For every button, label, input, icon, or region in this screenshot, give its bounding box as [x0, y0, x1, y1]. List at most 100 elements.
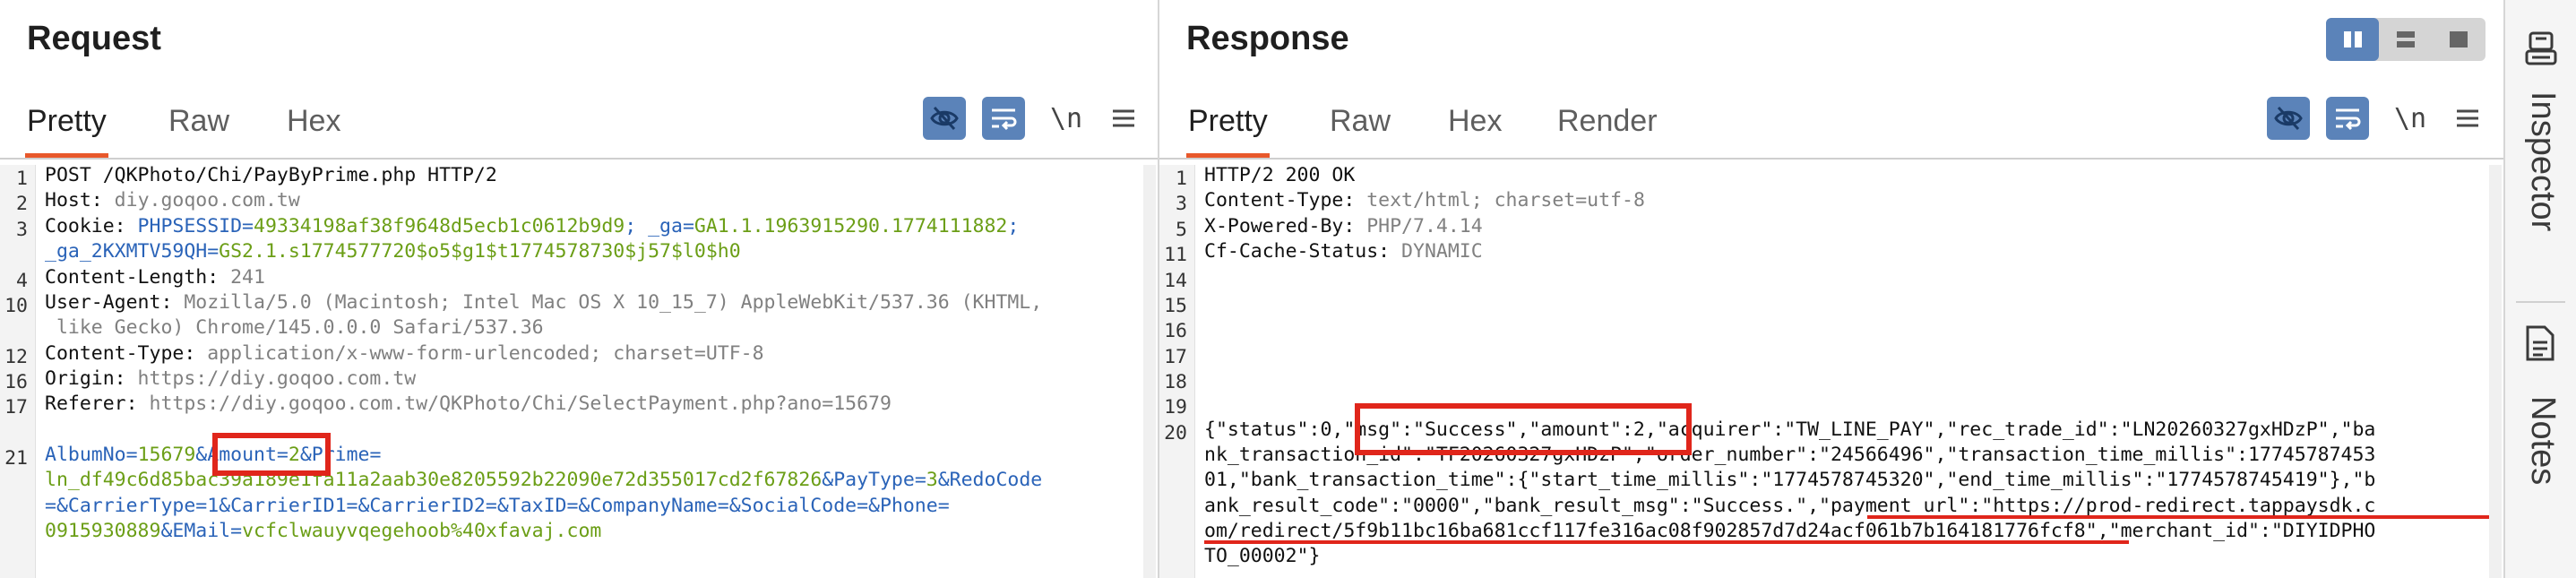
request-line: POST /QKPhoto/Chi/PayByPrime.php HTTP/2: [45, 164, 497, 186]
request-gutter: 1 2 3 4 10 12 16 17 21: [0, 165, 36, 578]
hide-nonprintable-button[interactable]: [2267, 97, 2310, 140]
response-tab-hex[interactable]: Hex: [1448, 104, 1502, 158]
wrap-lines-icon: [2336, 108, 2361, 131]
header-value: diy.goqoo.com.tw: [102, 189, 300, 211]
param-name: &PayType=: [822, 469, 926, 491]
header-value: Mozilla/5.0 (Macintosh; Intel Mac OS X 1…: [172, 291, 1043, 314]
sidebar-separator: [2516, 301, 2565, 303]
line-number: 17: [4, 396, 28, 418]
code-line: Cookie: PHPSESSID=49334198af38f9648d5ecb…: [45, 214, 1019, 239]
code-line: Host: diy.goqoo.com.tw: [45, 188, 300, 213]
show-newlines-button[interactable]: \n: [2389, 97, 2432, 140]
request-tab-pretty[interactable]: Pretty: [25, 104, 108, 158]
line-number: 14: [1164, 270, 1187, 292]
cookie-name: ; _ga=: [625, 215, 694, 237]
request-title: Request: [27, 20, 161, 57]
payment-url-underline: [1867, 515, 2489, 519]
wrap-lines-button[interactable]: [982, 97, 1025, 140]
header-key: X-Powered-By:: [1204, 215, 1356, 237]
param-name: &EMail=: [160, 520, 243, 542]
code-line: like Gecko) Chrome/145.0.0.0 Safari/537.…: [45, 315, 544, 341]
show-newlines-button[interactable]: \n: [1045, 97, 1088, 140]
param-sep: &: [195, 444, 208, 466]
header-key: Origin:: [45, 367, 126, 390]
code-line: Content-Type: text/html; charset=utf-8: [1204, 188, 1645, 213]
cookie-value: 49334198af38f9648d5ecb1c0612b9d9: [254, 215, 625, 237]
notes-label: Notes: [2524, 396, 2562, 486]
msg-amount-highlight-box: [1355, 403, 1692, 455]
hide-nonprintable-button[interactable]: [923, 97, 966, 140]
response-tab-raw[interactable]: Raw: [1330, 104, 1391, 158]
response-pane: Response Pretty Raw Hex Render \n 1 3 5 …: [1159, 0, 2503, 578]
request-tab-raw[interactable]: Raw: [168, 104, 229, 158]
line-number: 16: [4, 371, 28, 393]
layout-single-button[interactable]: [2432, 18, 2485, 61]
request-tab-rule: [0, 158, 1158, 160]
json-body-line: 01,"bank_transaction_time":{"start_time_…: [1204, 469, 2376, 491]
response-title: Response: [1186, 20, 1349, 57]
sidebar-item-inspector[interactable]: Inspector: [2505, 18, 2576, 296]
response-editor[interactable]: 1 3 5 11 14 15 16 17 18 19 20 HTTP/2 200…: [1159, 161, 2503, 578]
response-menu-button[interactable]: [2446, 97, 2489, 140]
line-number: 16: [1164, 320, 1187, 342]
code-line: X-Powered-By: PHP/7.4.14: [1204, 214, 1483, 239]
line-number: 2: [16, 193, 28, 215]
line-number: 4: [16, 270, 28, 292]
header-key: Referer:: [45, 393, 138, 415]
line-number: 18: [1164, 371, 1187, 393]
request-editor[interactable]: 1 2 3 4 10 12 16 17 21 POST /QKPhoto/Chi…: [0, 161, 1158, 578]
response-tab-pretty[interactable]: Pretty: [1186, 104, 1270, 158]
inspector-icon: [2525, 31, 2557, 65]
response-gutter: 1 3 5 11 14 15 16 17 18 19 20: [1159, 165, 1195, 578]
cookie-value: GA1.1.1963915290.1774111882: [694, 215, 1008, 237]
line-number: 12: [4, 346, 28, 368]
newline-label: \n: [2393, 102, 2427, 134]
response-tab-render[interactable]: Render: [1557, 104, 1658, 158]
request-tab-hex[interactable]: Hex: [287, 104, 340, 158]
header-value: 241: [219, 266, 265, 289]
code-line: Content-Type: application/x-www-form-url…: [45, 341, 764, 367]
request-menu-button[interactable]: [1102, 97, 1145, 140]
cookie-sep: ;: [1007, 215, 1020, 237]
line-number: 1: [16, 168, 28, 190]
code-line: Origin: https://diy.goqoo.com.tw: [45, 367, 416, 392]
request-scrollbar[interactable]: [1143, 165, 1156, 578]
param-name: AlbumNo=: [45, 444, 138, 466]
layout-rows-icon: [2396, 31, 2415, 47]
header-value: like Gecko) Chrome/145.0.0.0 Safari/537.…: [45, 316, 544, 339]
param-value: vcfclwauyvqegehoob%40xfavaj.com: [242, 520, 602, 542]
param-value: 3: [926, 469, 938, 491]
response-scrollbar[interactable]: [2489, 165, 2502, 578]
status-line: HTTP/2 200 OK: [1204, 164, 1356, 186]
code-line: User-Agent: Mozilla/5.0 (Macintosh; Inte…: [45, 290, 1042, 315]
header-key: Content-Type:: [1204, 189, 1356, 211]
line-number: 15: [1164, 295, 1187, 317]
code-line: HTTP/2 200 OK: [1204, 163, 1355, 188]
header-value: DYNAMIC: [1390, 240, 1483, 263]
header-key: User-Agent:: [45, 291, 173, 314]
sidebar-item-notes[interactable]: Notes: [2505, 319, 2576, 516]
header-value: https://diy.goqoo.com.tw/QKPhoto/Chi/Sel…: [137, 393, 892, 415]
eye-slash-icon: [930, 106, 959, 131]
param-name: =&CarrierType=1&CarrierID1=&CarrierID2=&…: [45, 495, 950, 517]
inspector-label: Inspector: [2524, 91, 2562, 232]
line-number: 5: [1176, 219, 1187, 241]
amount-highlight-box: [212, 433, 331, 476]
layout-columns-button[interactable]: [2326, 18, 2379, 61]
code-line: ln_df49c6d85bac39a189e1fa11a2aab30e82055…: [45, 468, 1042, 493]
cookie-name: PHPSESSID=: [125, 215, 254, 237]
line-number: 20: [1164, 422, 1187, 444]
menu-icon: [2457, 109, 2478, 127]
line-number: 21: [4, 447, 28, 470]
line-number: 11: [1164, 244, 1187, 266]
notes-icon: [2526, 325, 2554, 361]
header-value: application/x-www-form-urlencoded; chars…: [195, 342, 764, 365]
layout-rows-button[interactable]: [2379, 18, 2432, 61]
payment-url-underline: [1204, 540, 2129, 544]
newline-label: \n: [1049, 102, 1083, 134]
line-number: 10: [4, 295, 28, 317]
param-value: 15679: [137, 444, 196, 466]
wrap-lines-button[interactable]: [2326, 97, 2369, 140]
code-line: =&CarrierType=1&CarrierID1=&CarrierID2=&…: [45, 494, 950, 519]
header-key: Cookie:: [45, 215, 126, 237]
